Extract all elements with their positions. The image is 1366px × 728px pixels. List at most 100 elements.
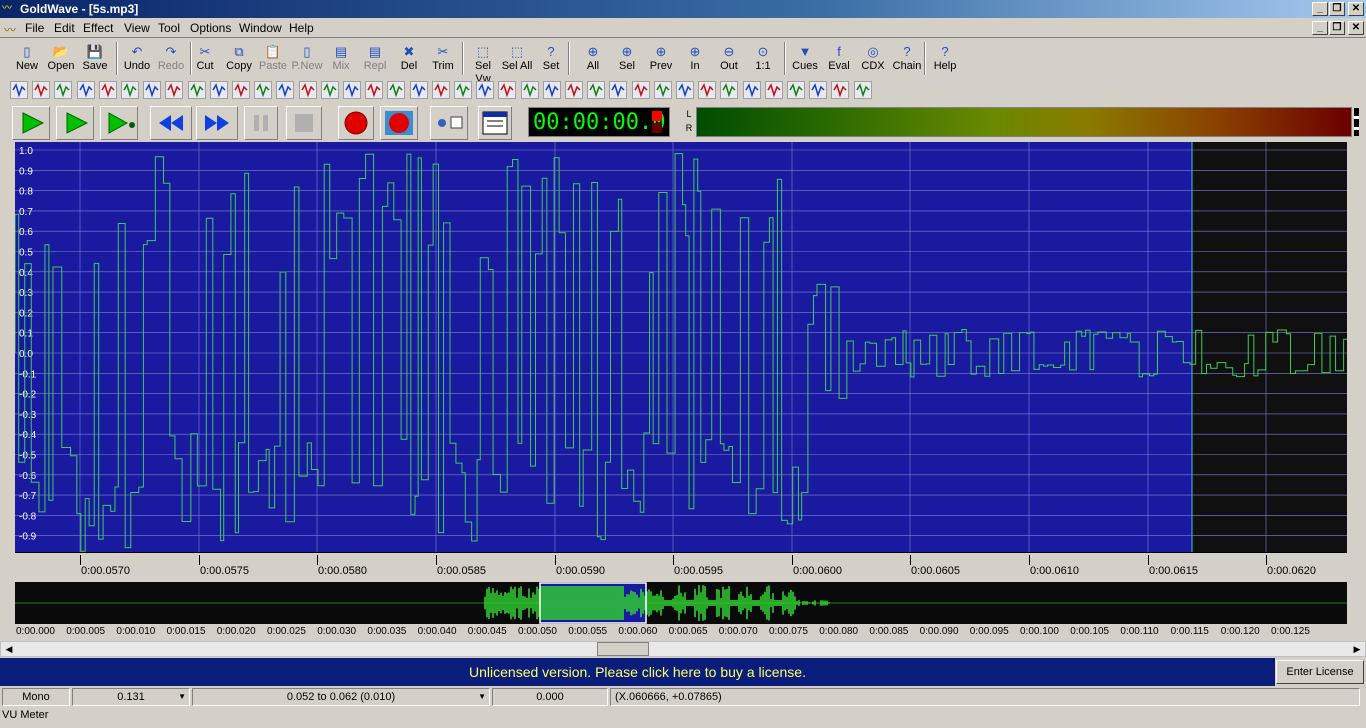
toolbar-eval-button[interactable]: f Eval [822,41,856,76]
record-button[interactable] [338,106,374,140]
toolbar-set-button[interactable]: ? Set [534,41,568,76]
effect-tool-icon[interactable] [853,81,872,99]
effect-tool-icon[interactable] [764,81,783,99]
effect-tool-icon[interactable] [387,81,406,99]
scroll-right-arrow[interactable]: ▶ [1349,642,1365,656]
toolbar-cut-button[interactable]: ✂ Cut [188,41,222,76]
status-selection[interactable]: 0.052 to 0.062 (0.010) ▼ [192,688,490,706]
menu-help[interactable]: Help [289,21,314,35]
play-cue-button[interactable] [100,106,138,140]
toolbar-redo-button[interactable]: ↷ Redo [154,41,188,76]
effect-tool-icon[interactable] [10,81,28,99]
menu-view[interactable]: View [124,21,150,35]
toolbar-help-button[interactable]: ? Help [928,41,962,76]
play-button[interactable] [12,106,50,140]
toolbar-sel-all-button[interactable]: ⬚ Sel All [500,41,534,76]
play-selection-button[interactable] [56,106,94,140]
effect-tool-icon[interactable] [431,81,450,99]
effect-tool-icon[interactable] [454,81,472,99]
waveform-view[interactable]: 1.0 0.9 0.8 0.7 0.6 0.5 0.4 0.3 0.2 0.1 0.0 -0.1 -0.… [15,142,1347,552]
effect-tool-icon[interactable] [587,81,606,99]
doc-minimize-button[interactable]: _ [1312,21,1328,35]
doc-restore-button[interactable]: ❐ [1329,21,1345,35]
toolbar-repl-button[interactable]: ▤ Repl [358,41,392,76]
toolbar-chain-button[interactable]: ? Chain [890,41,924,76]
effect-tool-icon[interactable] [542,81,561,99]
license-banner[interactable]: Unlicensed version. Please click here to… [0,658,1275,686]
monitor-toggle[interactable] [430,106,468,140]
effect-tool-icon[interactable] [676,81,694,99]
close-button[interactable]: ✕ [1348,2,1364,16]
record-selection-button[interactable] [380,106,418,140]
effect-tool-icon[interactable] [254,81,273,99]
fast-forward-button[interactable] [196,106,238,140]
effect-tool-icon[interactable] [32,81,51,99]
toolbar-open-button[interactable]: 📂 Open [44,41,78,76]
effect-tool-icon[interactable] [698,81,717,99]
pause-button[interactable] [244,106,278,140]
effect-tool-icon[interactable] [653,81,672,99]
effect-tool-icon[interactable] [565,81,583,99]
effect-tool-icon[interactable] [76,81,95,99]
effect-tool-icon[interactable] [232,81,250,99]
effect-tool-icon[interactable] [298,81,317,99]
menu-window[interactable]: Window [239,21,282,35]
scroll-thumb[interactable] [597,642,649,656]
effect-tool-icon[interactable] [187,81,206,99]
menu-tool[interactable]: Tool [158,21,180,35]
document-icon[interactable]: 〰 [4,21,16,38]
toolbar-prev-button[interactable]: ⊕ Prev [644,41,678,76]
effect-tool-icon[interactable] [831,81,850,99]
toolbar-p-new-button[interactable]: ▯ P.New [290,41,324,76]
toolbar-save-button[interactable]: 💾 Save [78,41,112,76]
toolbar-copy-button[interactable]: ⧉ Copy [222,41,256,76]
license-banner-text[interactable]: Unlicensed version. Please click here to… [469,664,806,680]
effect-tool-icon[interactable] [720,81,739,99]
effect-tool-icon[interactable] [365,81,384,99]
minimize-button[interactable]: _ [1312,2,1328,16]
app-icon[interactable]: 〰 [2,3,18,15]
status-zoom[interactable]: 0.131 ▼ [72,688,190,706]
scroll-left-arrow[interactable]: ◀ [1,642,17,656]
toolbar-all-button[interactable]: ⊕ All [576,41,610,76]
toolbar-1-1-button[interactable]: ⊙ 1:1 [746,41,780,76]
effect-tool-icon[interactable] [520,81,539,99]
toolbar-cdx-button[interactable]: ◎ CDX [856,41,890,76]
effect-tool-icon[interactable] [143,81,162,99]
enter-license-button[interactable]: Enter License [1276,660,1364,684]
overview-waveform[interactable] [15,582,1347,626]
effect-tool-icon[interactable] [742,81,761,99]
toolbar-del-button[interactable]: ✖ Del [392,41,426,76]
effect-tool-icon[interactable] [165,81,184,99]
toolbar-cues-button[interactable]: ▼ Cues [788,41,822,76]
toolbar-in-button[interactable]: ⊕ In [678,41,712,76]
effect-tool-icon[interactable] [98,81,117,99]
toolbar-sel-button[interactable]: ⊕ Sel [610,41,644,76]
doc-close-button[interactable]: ✕ [1348,21,1364,35]
effect-tool-icon[interactable] [409,81,428,99]
effect-tool-icon[interactable] [787,81,805,99]
toolbar-sel-vw-button[interactable]: ⬚ Sel Vw [466,41,500,85]
menu-file[interactable]: File [25,21,44,35]
horizontal-scrollbar[interactable]: ◀ ▶ [0,641,1366,657]
effect-tool-icon[interactable] [276,81,295,99]
menu-options[interactable]: Options [190,21,231,35]
effect-tool-icon[interactable] [343,81,361,99]
effect-tool-icon[interactable] [631,81,650,99]
toolbar-undo-button[interactable]: ↶ Undo [120,41,154,76]
effect-tool-icon[interactable] [809,81,828,99]
menu-effect[interactable]: Effect [83,21,113,35]
rewind-button[interactable] [150,106,192,140]
toolbar-mix-button[interactable]: ▤ Mix [324,41,358,76]
toolbar-trim-button[interactable]: ✂ Trim [426,41,460,76]
effect-tool-icon[interactable] [498,81,517,99]
maximize-button[interactable]: ❐ [1329,2,1345,16]
time-ruler[interactable]: 0:00.0570 0:00.0575 0:00.0580 0:00.0585 0:00… [15,552,1347,582]
stop-button[interactable] [286,106,322,140]
effect-tool-icon[interactable] [476,81,495,99]
effect-tool-icon[interactable] [320,81,339,99]
menu-edit[interactable]: Edit [54,21,75,35]
toolbar-out-button[interactable]: ⊖ Out [712,41,746,76]
effect-tool-icon[interactable] [54,81,73,99]
effect-tool-icon[interactable] [209,81,228,99]
